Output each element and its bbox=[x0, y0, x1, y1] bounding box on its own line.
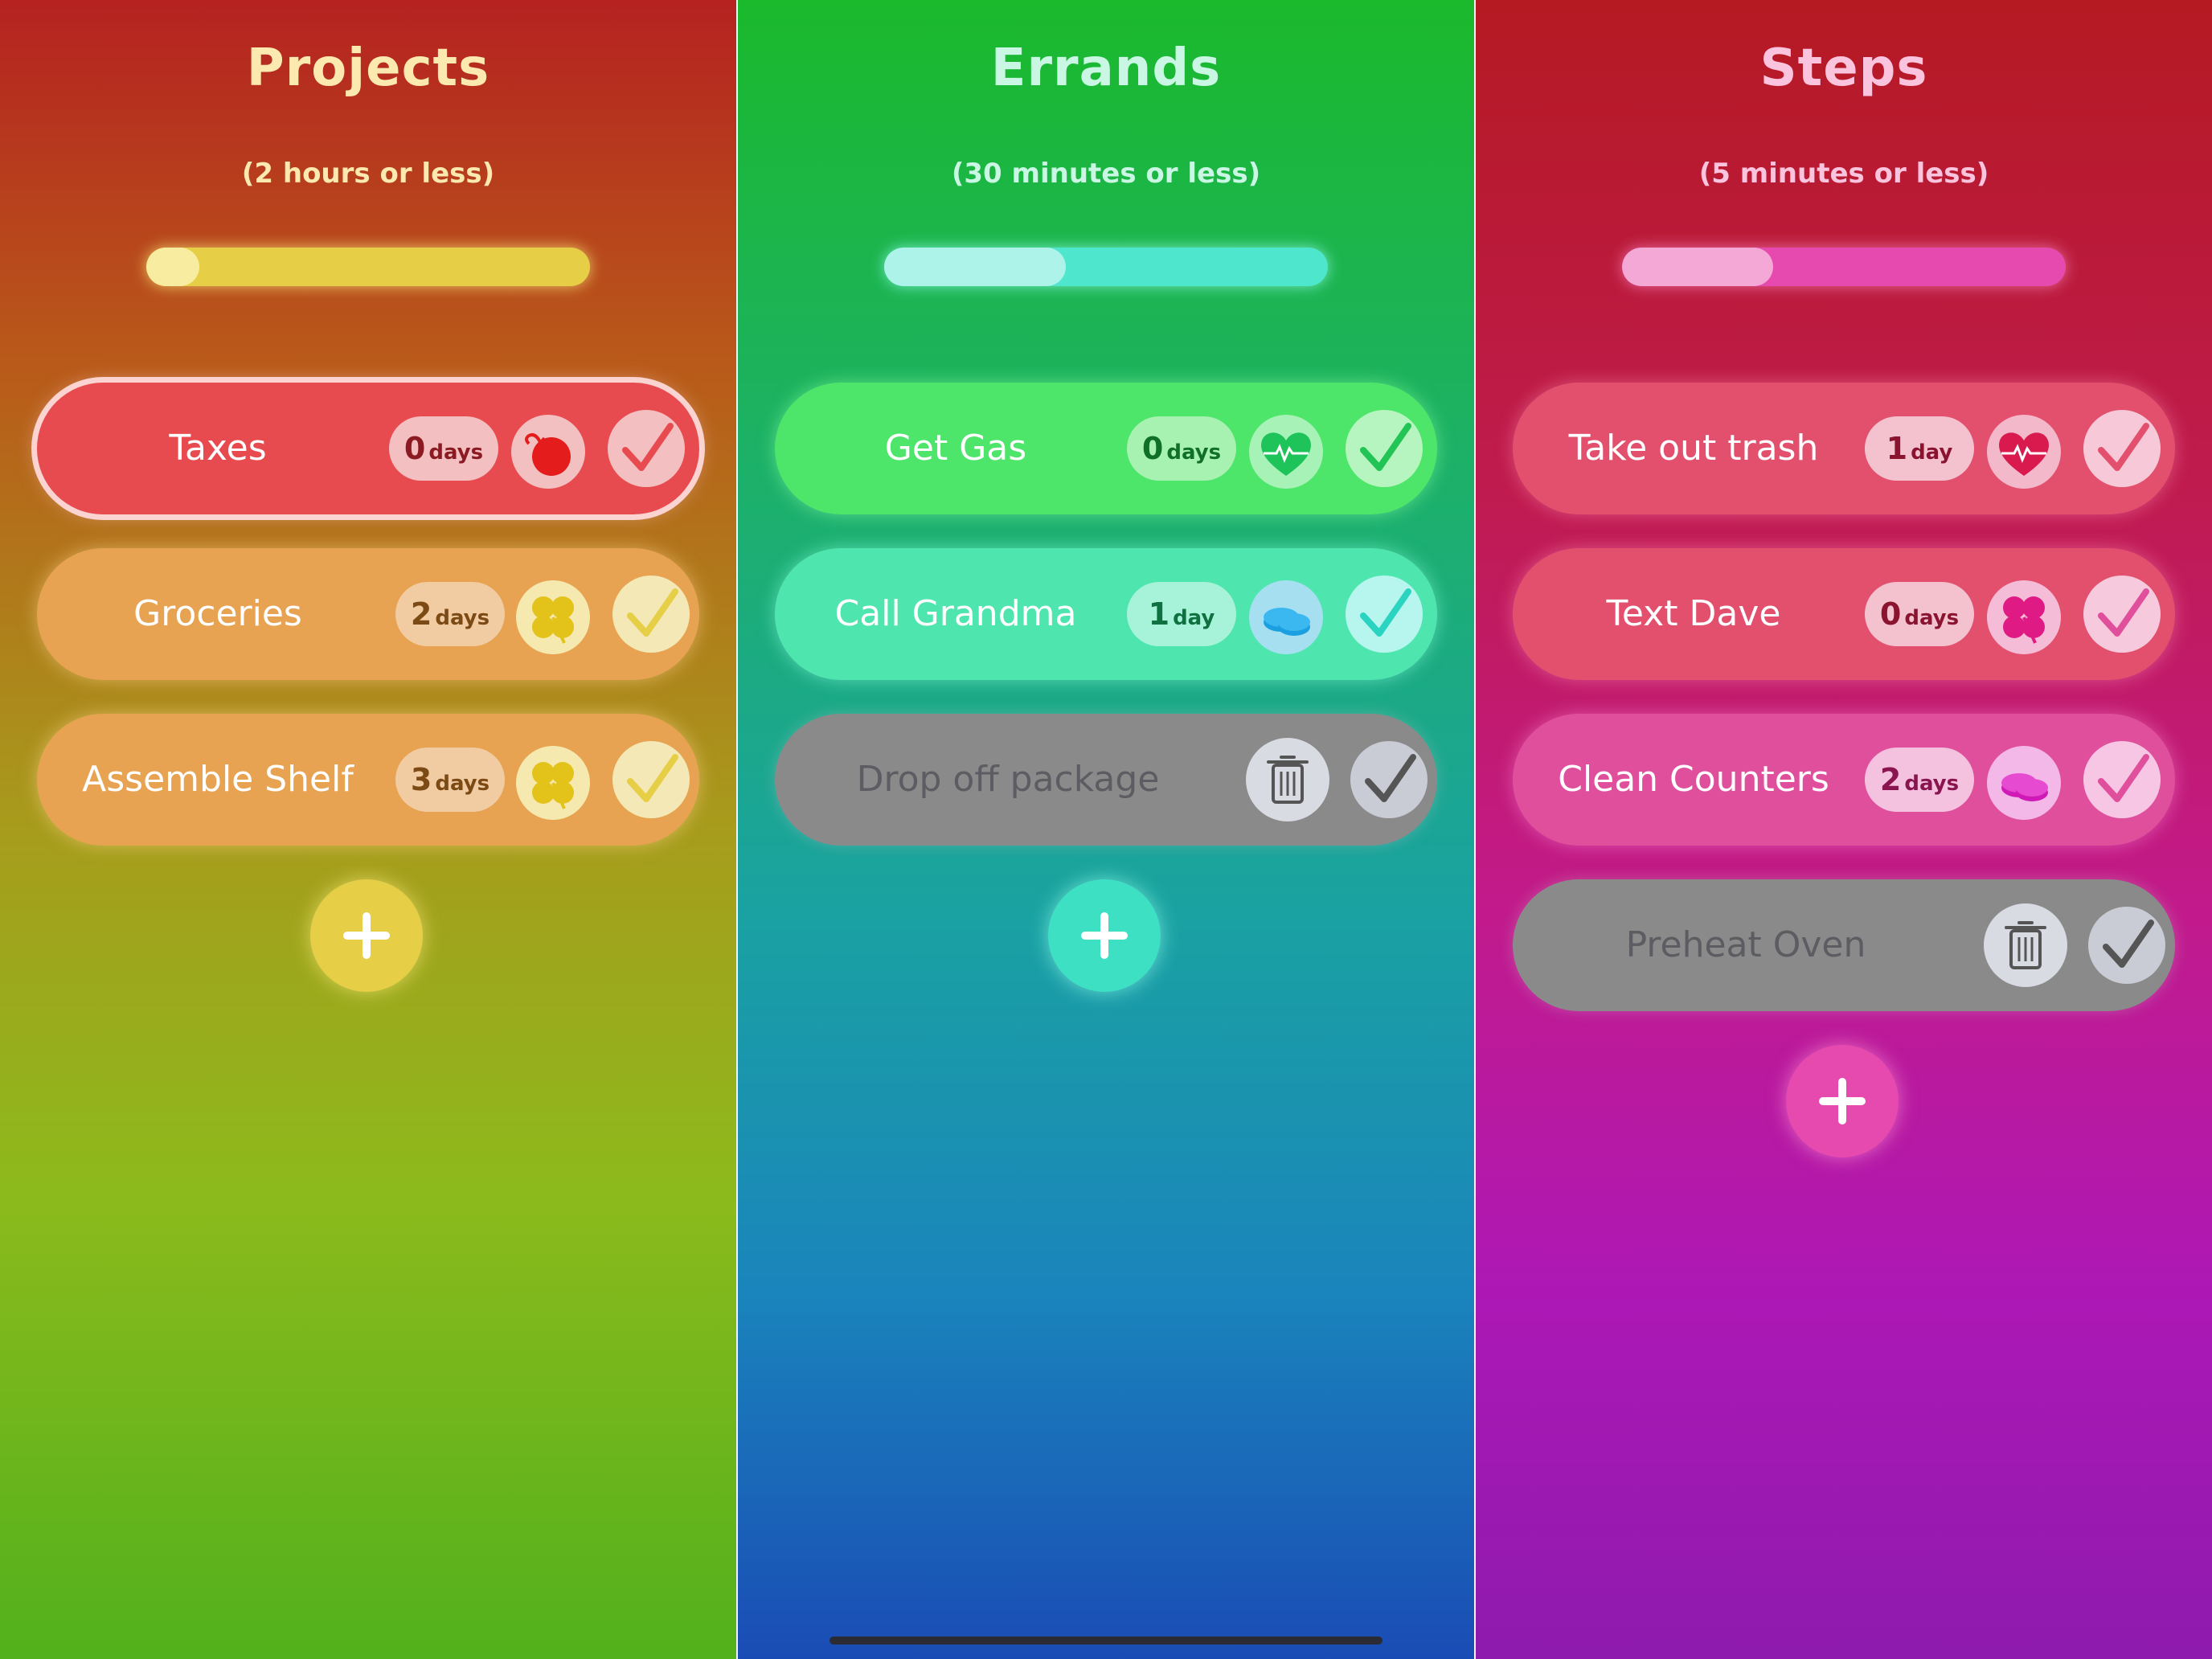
heart-pulse-icon[interactable] bbox=[1249, 415, 1323, 489]
column-title: Steps bbox=[1759, 39, 1928, 98]
trash-icon bbox=[1267, 756, 1309, 804]
task-label[interactable]: Preheat Oven bbox=[1513, 879, 1979, 1011]
delete-button[interactable] bbox=[1246, 738, 1329, 821]
days-count: 3 bbox=[410, 762, 432, 797]
task-row-completed[interactable]: Preheat Oven bbox=[1513, 879, 2175, 1011]
days-count: 0 bbox=[1879, 596, 1902, 632]
task-label[interactable]: Take out trash bbox=[1513, 383, 1874, 514]
column-subtitle: (5 minutes or less) bbox=[1698, 158, 1989, 190]
column-title: Projects bbox=[246, 39, 490, 98]
task-row[interactable]: Take out trash 1 day bbox=[1513, 383, 2175, 514]
task-label[interactable]: Clean Counters bbox=[1513, 714, 1874, 846]
delete-button[interactable] bbox=[1984, 903, 2067, 987]
days-count: 0 bbox=[1141, 431, 1164, 466]
task-row[interactable]: Text Dave 0 days bbox=[1513, 548, 2175, 680]
app-screen: Projects (2 hours or less) Taxes 0 days G… bbox=[0, 0, 2212, 1659]
complete-check-button[interactable] bbox=[2083, 410, 2161, 487]
days-badge: 1 day bbox=[1127, 582, 1236, 646]
coins-icon[interactable] bbox=[1987, 746, 2061, 820]
complete-check-button[interactable] bbox=[1346, 576, 1423, 653]
task-row[interactable]: Call Grandma 1 day bbox=[775, 548, 1437, 680]
days-unit: days bbox=[1904, 772, 1960, 796]
task-label[interactable]: Get Gas bbox=[775, 383, 1137, 514]
days-unit: days bbox=[1904, 606, 1960, 630]
complete-check-button[interactable] bbox=[2083, 576, 2161, 653]
complete-check-button[interactable] bbox=[2088, 907, 2165, 984]
bomb-icon[interactable] bbox=[511, 415, 585, 489]
days-count: 0 bbox=[403, 431, 426, 466]
task-label[interactable]: Taxes bbox=[37, 383, 399, 514]
clover-icon[interactable] bbox=[516, 746, 590, 820]
heart-pulse-icon[interactable] bbox=[1987, 415, 2061, 489]
complete-check-button[interactable] bbox=[1346, 410, 1423, 487]
days-unit: days bbox=[435, 606, 490, 630]
task-row[interactable]: Assemble Shelf 3 days bbox=[37, 714, 699, 846]
days-count: 2 bbox=[410, 596, 432, 632]
progress-bar bbox=[1622, 248, 2066, 286]
task-row[interactable]: Taxes 0 days bbox=[37, 383, 699, 514]
days-badge: 0 days bbox=[1865, 582, 1974, 646]
add-task-button[interactable] bbox=[1048, 879, 1161, 992]
clover-icon[interactable] bbox=[1987, 580, 2061, 654]
complete-check-button[interactable] bbox=[1350, 741, 1428, 818]
task-label[interactable]: Groceries bbox=[37, 548, 399, 680]
complete-check-button[interactable] bbox=[608, 410, 685, 487]
complete-check-button[interactable] bbox=[612, 741, 690, 818]
column-title: Errands bbox=[990, 39, 1222, 98]
task-label[interactable]: Drop off package bbox=[775, 714, 1241, 846]
complete-check-button[interactable] bbox=[2083, 741, 2161, 818]
column-projects: Projects (2 hours or less) Taxes 0 days G… bbox=[0, 0, 736, 1659]
days-badge: 2 days bbox=[395, 582, 505, 646]
clover-icon[interactable] bbox=[516, 580, 590, 654]
plus-icon bbox=[343, 912, 390, 959]
days-badge: 0 days bbox=[1127, 416, 1236, 481]
home-indicator[interactable] bbox=[830, 1636, 1382, 1645]
progress-fill bbox=[1622, 248, 1773, 286]
column-subtitle: (2 hours or less) bbox=[241, 158, 495, 190]
add-task-button[interactable] bbox=[1786, 1045, 1899, 1157]
task-row[interactable]: Groceries 2 days bbox=[37, 548, 699, 680]
task-row[interactable]: Get Gas 0 days bbox=[775, 383, 1437, 514]
plus-icon bbox=[1081, 912, 1128, 959]
task-row-completed[interactable]: Drop off package bbox=[775, 714, 1437, 846]
task-row[interactable]: Clean Counters 2 days bbox=[1513, 714, 2175, 846]
days-count: 1 bbox=[1886, 431, 1908, 466]
days-count: 1 bbox=[1148, 596, 1170, 632]
progress-bar bbox=[146, 248, 590, 286]
task-label[interactable]: Assemble Shelf bbox=[37, 714, 399, 846]
days-unit: day bbox=[1911, 440, 1953, 465]
progress-fill bbox=[146, 248, 200, 286]
days-unit: day bbox=[1173, 606, 1215, 630]
days-count: 2 bbox=[1879, 762, 1902, 797]
task-label[interactable]: Text Dave bbox=[1513, 548, 1874, 680]
progress-bar bbox=[884, 248, 1328, 286]
days-badge: 2 days bbox=[1865, 748, 1974, 812]
complete-check-button[interactable] bbox=[612, 576, 690, 653]
column-subtitle: (30 minutes or less) bbox=[951, 158, 1261, 190]
trash-icon bbox=[2005, 921, 2046, 969]
coins-icon[interactable] bbox=[1249, 580, 1323, 654]
add-task-button[interactable] bbox=[310, 879, 423, 992]
column-steps: Steps (5 minutes or less) Take out trash… bbox=[1476, 0, 2212, 1659]
task-label[interactable]: Call Grandma bbox=[775, 548, 1137, 680]
days-badge: 0 days bbox=[389, 416, 498, 481]
days-badge: 1 day bbox=[1865, 416, 1974, 481]
progress-fill bbox=[884, 248, 1067, 286]
days-badge: 3 days bbox=[395, 748, 505, 812]
days-unit: days bbox=[1166, 440, 1222, 465]
days-unit: days bbox=[428, 440, 484, 465]
column-errands: Errands (30 minutes or less) Get Gas 0 da… bbox=[738, 0, 1474, 1659]
days-unit: days bbox=[435, 772, 490, 796]
plus-icon bbox=[1819, 1078, 1866, 1124]
